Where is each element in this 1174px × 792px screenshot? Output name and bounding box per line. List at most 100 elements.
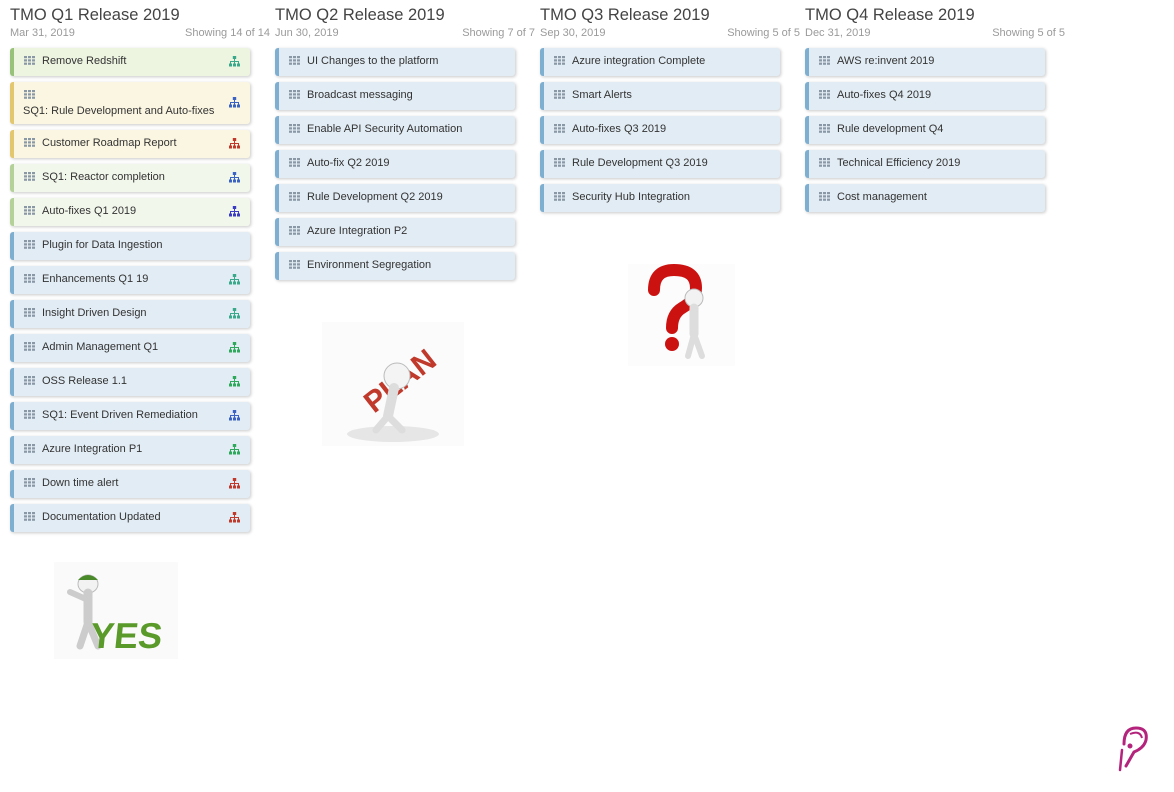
backlog-card[interactable]: OSS Release 1.1 — [10, 368, 250, 396]
card-title[interactable]: SQ1: Reactor completion — [42, 171, 165, 183]
grid-icon[interactable] — [24, 56, 35, 65]
backlog-card[interactable]: Customer Roadmap Report — [10, 130, 250, 158]
backlog-card[interactable]: Rule development Q4 — [805, 116, 1045, 144]
backlog-card[interactable]: Cost management — [805, 184, 1045, 212]
grid-icon[interactable] — [819, 124, 830, 133]
card-title[interactable]: Azure integration Complete — [572, 55, 705, 67]
card-title[interactable]: Cost management — [837, 191, 927, 203]
card-title[interactable]: Insight Driven Design — [42, 307, 147, 319]
card-title[interactable]: Auto-fix Q2 2019 — [307, 157, 390, 169]
backlog-card[interactable]: Auto-fix Q2 2019 — [275, 150, 515, 178]
card-title[interactable]: UI Changes to the platform — [307, 55, 438, 67]
backlog-card[interactable]: Auto-fixes Q3 2019 — [540, 116, 780, 144]
backlog-card[interactable]: Azure integration Complete — [540, 48, 780, 76]
grid-icon[interactable] — [819, 56, 830, 65]
hierarchy-icon[interactable] — [229, 274, 240, 285]
hierarchy-icon[interactable] — [229, 138, 240, 149]
backlog-card[interactable]: Broadcast messaging — [275, 82, 515, 110]
help-icon[interactable] — [1116, 724, 1150, 772]
backlog-card[interactable]: UI Changes to the platform — [275, 48, 515, 76]
backlog-card[interactable]: Enhancements Q1 19 — [10, 266, 250, 294]
grid-icon[interactable] — [554, 56, 565, 65]
backlog-card[interactable]: Azure Integration P2 — [275, 218, 515, 246]
card-title[interactable]: Rule Development Q3 2019 — [572, 157, 708, 169]
grid-icon[interactable] — [554, 90, 565, 99]
hierarchy-icon[interactable] — [229, 308, 240, 319]
card-title[interactable]: AWS re:invent 2019 — [837, 55, 934, 67]
card-title[interactable]: Broadcast messaging — [307, 89, 413, 101]
grid-icon[interactable] — [819, 90, 830, 99]
grid-icon[interactable] — [289, 90, 300, 99]
card-title[interactable]: SQ1: Event Driven Remediation — [42, 409, 198, 421]
column-title[interactable]: TMO Q4 Release 2019 — [805, 6, 975, 25]
card-title[interactable]: Admin Management Q1 — [42, 341, 158, 353]
card-title[interactable]: Customer Roadmap Report — [42, 137, 177, 149]
grid-icon[interactable] — [24, 138, 35, 147]
grid-icon[interactable] — [24, 274, 35, 283]
card-title[interactable]: Technical Efficiency 2019 — [837, 157, 960, 169]
grid-icon[interactable] — [554, 192, 565, 201]
column-title[interactable]: TMO Q2 Release 2019 — [275, 6, 445, 25]
card-title[interactable]: OSS Release 1.1 — [42, 375, 127, 387]
grid-icon[interactable] — [554, 158, 565, 167]
card-title[interactable]: Down time alert — [42, 477, 118, 489]
grid-icon[interactable] — [24, 172, 35, 181]
grid-icon[interactable] — [289, 192, 300, 201]
column-title[interactable]: TMO Q3 Release 2019 — [540, 6, 710, 25]
backlog-card[interactable]: Rule Development Q3 2019 — [540, 150, 780, 178]
hierarchy-icon[interactable] — [229, 97, 240, 108]
card-title[interactable]: Plugin for Data Ingestion — [42, 239, 162, 251]
card-title[interactable]: Auto-fixes Q1 2019 — [42, 205, 136, 217]
hierarchy-icon[interactable] — [229, 56, 240, 67]
hierarchy-icon[interactable] — [229, 478, 240, 489]
grid-icon[interactable] — [24, 478, 35, 487]
grid-icon[interactable] — [24, 206, 35, 215]
backlog-card[interactable]: Auto-fixes Q4 2019 — [805, 82, 1045, 110]
grid-icon[interactable] — [289, 124, 300, 133]
backlog-card[interactable]: Smart Alerts — [540, 82, 780, 110]
grid-icon[interactable] — [24, 342, 35, 351]
hierarchy-icon[interactable] — [229, 342, 240, 353]
hierarchy-icon[interactable] — [229, 206, 240, 217]
hierarchy-icon[interactable] — [229, 410, 240, 421]
column-title[interactable]: TMO Q1 Release 2019 — [10, 6, 180, 25]
backlog-card[interactable]: Remove Redshift — [10, 48, 250, 76]
grid-icon[interactable] — [24, 240, 35, 249]
grid-icon[interactable] — [24, 308, 35, 317]
grid-icon[interactable] — [24, 512, 35, 521]
card-title[interactable]: Azure Integration P1 — [42, 443, 142, 455]
card-title[interactable]: Rule Development Q2 2019 — [307, 191, 443, 203]
card-title[interactable]: Azure Integration P2 — [307, 225, 407, 237]
backlog-card[interactable]: Down time alert — [10, 470, 250, 498]
card-title[interactable]: Auto-fixes Q3 2019 — [572, 123, 666, 135]
backlog-card[interactable]: SQ1: Rule Development and Auto-fixes — [10, 82, 250, 124]
backlog-card[interactable]: Security Hub Integration — [540, 184, 780, 212]
card-title[interactable]: Environment Segregation — [307, 259, 431, 271]
grid-icon[interactable] — [24, 90, 35, 99]
backlog-card[interactable]: Plugin for Data Ingestion — [10, 232, 250, 260]
card-title[interactable]: Remove Redshift — [42, 55, 126, 67]
backlog-card[interactable]: AWS re:invent 2019 — [805, 48, 1045, 76]
card-title[interactable]: Documentation Updated — [42, 511, 161, 523]
grid-icon[interactable] — [819, 158, 830, 167]
card-title[interactable]: Security Hub Integration — [572, 191, 690, 203]
backlog-card[interactable]: Environment Segregation — [275, 252, 515, 280]
grid-icon[interactable] — [24, 444, 35, 453]
backlog-card[interactable]: Documentation Updated — [10, 504, 250, 532]
backlog-card[interactable]: Technical Efficiency 2019 — [805, 150, 1045, 178]
grid-icon[interactable] — [289, 56, 300, 65]
hierarchy-icon[interactable] — [229, 512, 240, 523]
card-title[interactable]: Enable API Security Automation — [307, 123, 462, 135]
card-title[interactable]: Smart Alerts — [572, 89, 632, 101]
backlog-card[interactable]: Admin Management Q1 — [10, 334, 250, 362]
backlog-card[interactable]: SQ1: Reactor completion — [10, 164, 250, 192]
hierarchy-icon[interactable] — [229, 444, 240, 455]
hierarchy-icon[interactable] — [229, 172, 240, 183]
backlog-card[interactable]: Azure Integration P1 — [10, 436, 250, 464]
grid-icon[interactable] — [24, 376, 35, 385]
backlog-card[interactable]: Insight Driven Design — [10, 300, 250, 328]
backlog-card[interactable]: SQ1: Event Driven Remediation — [10, 402, 250, 430]
backlog-card[interactable]: Enable API Security Automation — [275, 116, 515, 144]
grid-icon[interactable] — [289, 260, 300, 269]
hierarchy-icon[interactable] — [229, 376, 240, 387]
